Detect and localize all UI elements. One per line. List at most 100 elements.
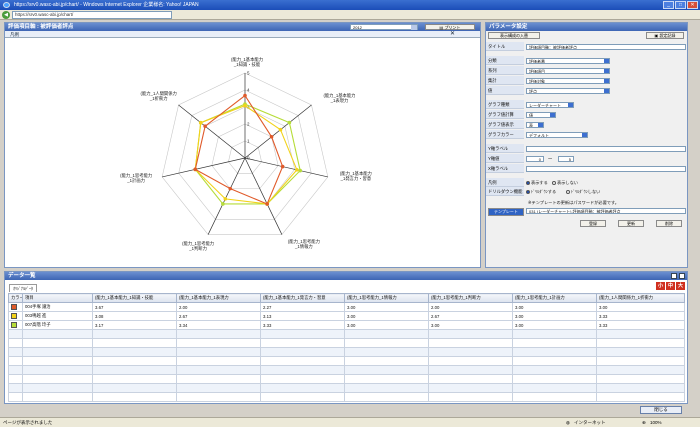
register-button[interactable]: 登録	[580, 220, 606, 227]
column-header[interactable]: (能力_1思考能力_1判断力	[428, 293, 513, 303]
chevron-down-icon	[538, 122, 543, 127]
size-small-button[interactable]: 小	[656, 282, 665, 290]
parameter-panel-header: パラメータ設定	[486, 23, 687, 31]
column-header[interactable]: (能力_1基本能力_1発言力・習意	[260, 293, 345, 303]
graph-sum-select[interactable]: 値	[526, 111, 556, 118]
column-header[interactable]: (能力_1思考能力_1計画力	[512, 293, 597, 303]
radar-point[interactable]	[228, 186, 233, 191]
value-cell: 2.67	[428, 311, 513, 321]
radar-point[interactable]	[278, 127, 283, 132]
update-button[interactable]: 更新	[618, 220, 644, 227]
empty-cell	[596, 392, 685, 402]
drilldown-off-radio[interactable]: ﾄﾞﾘﾙﾀﾞｳﾝしない	[566, 189, 600, 194]
graph-display-select[interactable]: 表	[526, 121, 544, 128]
graph-type-select[interactable]: レーダーチャート	[526, 101, 574, 108]
title-input[interactable]: 評価項目軸：被評価者評点	[526, 43, 686, 50]
tab-original-data[interactable]: ｵﾘｼﾞﾅﾙﾃﾞｰﾀ	[9, 284, 37, 292]
y-max-input[interactable]: 5	[558, 155, 574, 162]
y-range-label: Y軸値	[486, 154, 524, 163]
minimize-button[interactable]: _	[663, 1, 674, 9]
data-list-header: データ一覧	[5, 272, 687, 280]
value-cell: 3.17	[92, 320, 177, 330]
size-medium-button[interactable]: 中	[666, 282, 675, 290]
value-select[interactable]: 評点	[526, 87, 610, 94]
template-input[interactable]: 031 (レーダーチャート) 評価項目軸：被評価者評点	[526, 208, 686, 214]
legend-hide-radio[interactable]: 表示しない	[552, 180, 578, 185]
empty-cell	[344, 329, 429, 339]
save-settings-button[interactable]: ▣ 設定記録	[646, 32, 684, 39]
window-close-button[interactable]: ✕	[687, 1, 698, 9]
close-icon[interactable]: ✕	[450, 31, 455, 38]
url-field[interactable]: https://srv0.wasc-abi.jp/chart/	[12, 11, 172, 19]
close-button[interactable]: 閉じる	[640, 406, 682, 414]
minimize-panel-icon[interactable]	[671, 273, 677, 279]
column-header[interactable]: (能力_1思考能力_1情報力	[344, 293, 429, 303]
parameter-panel: パラメータ設定 表示構成の入替 ▣ 設定記録 タイトル 評価項目軸：被評価者評点 …	[485, 22, 688, 268]
table-row[interactable]: 007高階 玲子 3.17 3.34 3.33 3.00 3.00 3.00 3.33	[8, 320, 685, 330]
zone-text: インターネット	[574, 420, 606, 425]
x-axis-input[interactable]	[526, 165, 686, 172]
aggregate-select[interactable]: 評価対象	[526, 77, 610, 84]
radar-point[interactable]	[287, 120, 292, 125]
column-header[interactable]: カラー	[8, 293, 23, 303]
category-select[interactable]: 評価者番	[526, 57, 610, 64]
template-button[interactable]: テンプレート	[488, 208, 524, 216]
y-min-input[interactable]: 0	[526, 155, 544, 162]
legend-bar: 凡例 ✕	[5, 31, 480, 38]
drilldown-label: ドリルダウン機能	[486, 187, 524, 196]
radar-axis-label: (能力_1思考能力 _1情報力	[287, 238, 320, 249]
empty-cell	[512, 374, 597, 384]
maximize-panel-icon[interactable]	[679, 273, 685, 279]
table-row[interactable]: 004手塚 譲治 3.67 2.00 2.27 3.00 2.00 3.00 3.00	[8, 302, 685, 312]
print-button[interactable]: ▤ プリント	[425, 24, 475, 30]
color-cell	[8, 320, 23, 330]
radar-point[interactable]	[221, 202, 225, 206]
size-large-button[interactable]: 大	[676, 282, 685, 290]
empty-cell	[428, 383, 513, 393]
graph-color-select[interactable]: デフォルト	[526, 131, 588, 138]
radar-point[interactable]	[223, 197, 228, 201]
radar-point[interactable]	[243, 93, 247, 98]
column-header[interactable]: (能力_1人間関係力_1折衝力	[596, 293, 685, 303]
empty-row	[8, 347, 685, 357]
radar-point[interactable]	[193, 167, 198, 172]
radar-axis-label: (能力_1思考能力 _1判断力	[182, 240, 215, 251]
radar-series	[193, 93, 302, 206]
radar-point[interactable]	[295, 168, 299, 172]
maximize-button[interactable]: □	[675, 1, 686, 9]
column-header[interactable]: (能力_1基本能力_1知識・技能	[92, 293, 177, 303]
radar-point[interactable]	[198, 120, 203, 125]
radar-point[interactable]	[203, 124, 207, 129]
radar-point[interactable]	[269, 135, 274, 139]
value-cell: 3.00	[596, 302, 685, 312]
empty-row	[8, 392, 685, 402]
radar-point[interactable]	[265, 202, 269, 206]
column-header[interactable]: 項目	[22, 293, 93, 303]
radar-axis-line	[244, 157, 283, 235]
empty-cell	[8, 338, 23, 348]
legend-show-radio[interactable]: 表示する	[526, 180, 548, 185]
back-arrow-icon[interactable]: ◀	[2, 11, 10, 19]
delete-button[interactable]: 削除	[656, 220, 682, 227]
value-cell: 3.00	[344, 302, 429, 312]
radio-selected-icon	[526, 189, 530, 194]
table-row[interactable]: 003鳴越 進 3.08 2.67 3.13 3.00 2.67 3.00 3.33	[8, 311, 685, 321]
drilldown-on-radio[interactable]: ﾄﾞﾘﾙﾀﾞｳﾝする	[526, 189, 556, 194]
radar-axis-label: (能力_1基本能力 _1表現力	[323, 93, 356, 104]
radar-axis-label: (能力_1思考能力 _1計画力	[120, 172, 153, 184]
radar-point[interactable]	[243, 103, 247, 108]
browser-title-bar: https://srv0.wasc-abi.jp/chart/ - Window…	[0, 0, 700, 10]
y-axis-input[interactable]	[526, 145, 686, 152]
series-select[interactable]: 評価項目	[526, 67, 610, 74]
radar-point[interactable]	[298, 168, 302, 173]
empty-cell	[512, 347, 597, 357]
zoom-icon[interactable]: ⊕	[642, 418, 646, 427]
graph-type-label: グラフ種類	[486, 100, 524, 109]
empty-cell	[22, 365, 93, 375]
year-select[interactable]: 2012	[350, 24, 418, 30]
zoom-level[interactable]: 100%	[650, 418, 662, 427]
column-header[interactable]: (能力_1基本能力_1表現力	[176, 293, 261, 303]
radar-point[interactable]	[280, 164, 285, 169]
empty-row	[8, 365, 685, 375]
swap-layout-button[interactable]: 表示構成の入替	[488, 32, 540, 39]
